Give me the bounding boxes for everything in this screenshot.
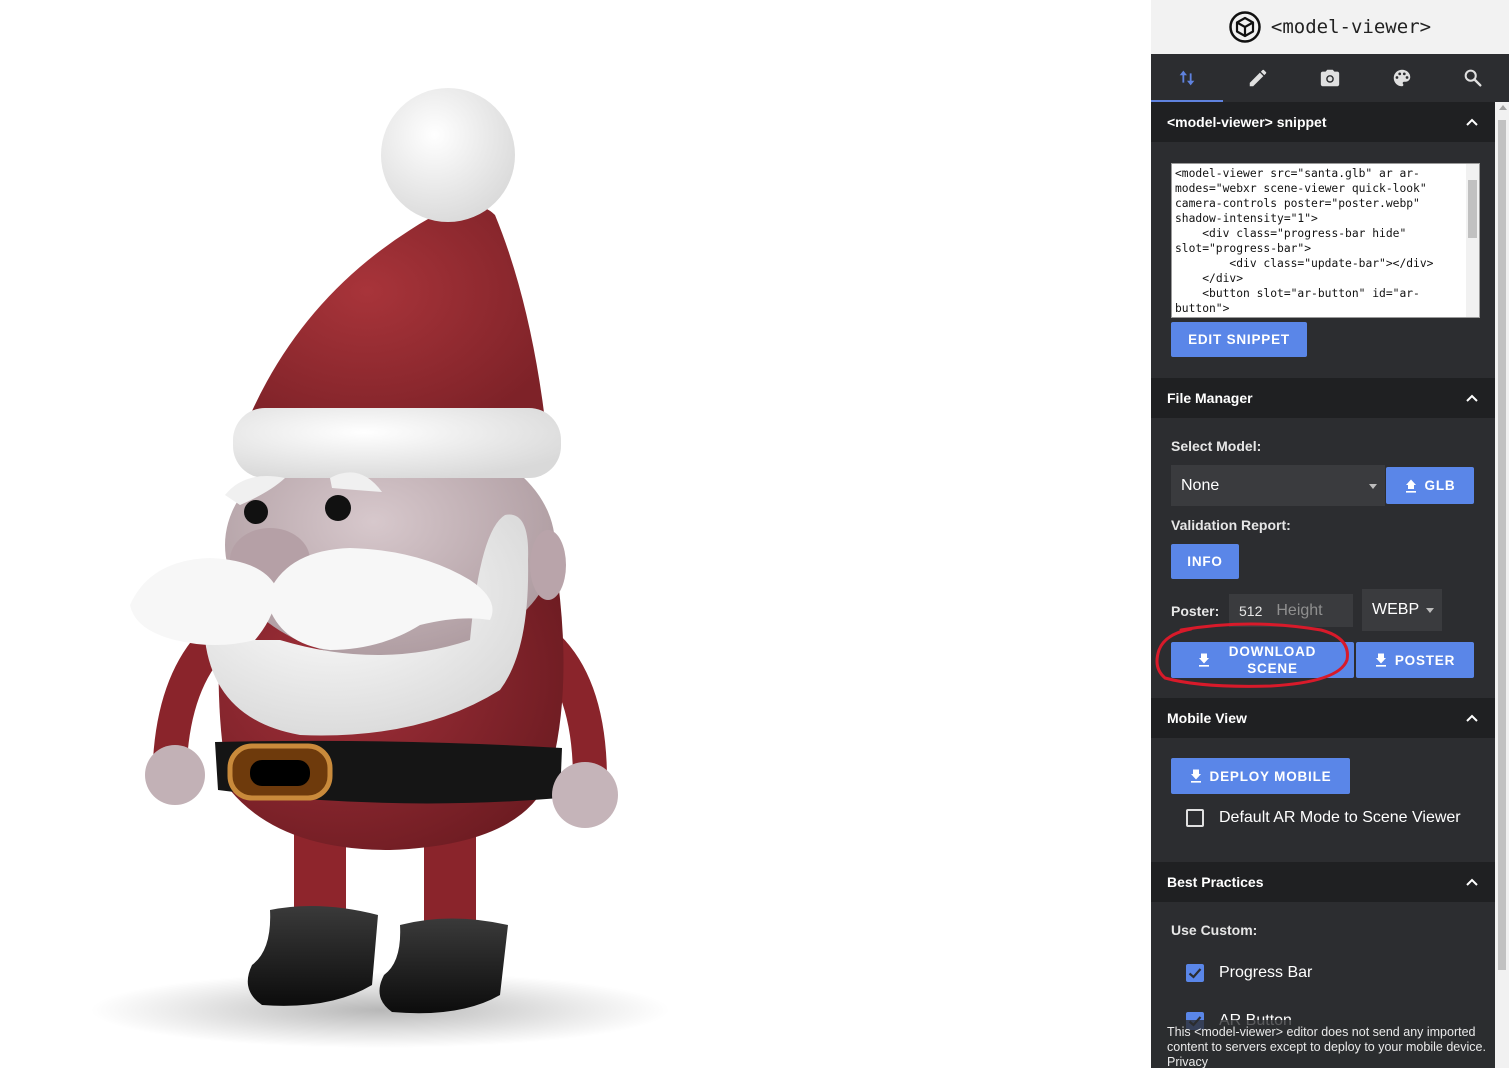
snippet-textarea[interactable]: <model-viewer src="santa.glb" ar ar-mode… <box>1171 163 1480 318</box>
chevron-up-icon <box>1466 878 1478 886</box>
scroll-up-arrow-icon[interactable] <box>1499 105 1507 110</box>
chevron-up-icon <box>1466 394 1478 402</box>
panel-scrollbar-thumb[interactable] <box>1498 120 1506 970</box>
validation-report-label: Validation Report: <box>1171 517 1291 533</box>
camera-icon <box>1320 69 1340 87</box>
tab-materials[interactable] <box>1366 54 1438 102</box>
editor-panel: <model-viewer> <model-viewer> snippet <m… <box>1151 0 1509 1068</box>
file-manager-title: File Manager <box>1167 390 1253 406</box>
dropdown-caret-icon <box>1426 608 1434 613</box>
pencil-icon <box>1250 69 1267 87</box>
use-custom-label: Use Custom: <box>1171 922 1258 938</box>
privacy-footer: This <model-viewer> editor does not send… <box>1151 1020 1495 1068</box>
model-select-value: None <box>1181 476 1220 494</box>
file-manager-section-header[interactable]: File Manager <box>1151 378 1495 418</box>
download-icon <box>1190 769 1201 783</box>
best-practices-section-header[interactable]: Best Practices <box>1151 862 1495 902</box>
deploy-mobile-button[interactable]: DEPLOY MOBILE <box>1171 758 1350 794</box>
tab-camera[interactable] <box>1294 54 1366 102</box>
edit-snippet-button[interactable]: EDIT SNIPPET <box>1171 322 1307 357</box>
chevron-up-icon <box>1466 118 1478 126</box>
palette-icon <box>1393 69 1410 87</box>
brand-title: <model-viewer> <box>1270 16 1432 38</box>
tab-bar <box>1151 54 1509 102</box>
snippet-scrollbar-thumb[interactable] <box>1468 180 1477 238</box>
tab-inspect[interactable] <box>1437 54 1509 102</box>
search-icon <box>1464 69 1482 87</box>
poster-button-label: POSTER <box>1394 652 1456 668</box>
sort-arrows-icon <box>1179 70 1195 86</box>
info-label: INFO <box>1187 554 1223 569</box>
poster-format-select[interactable]: WEBP <box>1362 589 1442 631</box>
santa-model <box>90 88 670 1048</box>
mobile-view-section-header[interactable]: Mobile View <box>1151 698 1495 738</box>
privacy-footer-text: This <model-viewer> editor does not send… <box>1167 1025 1486 1068</box>
poster-label: Poster: <box>1171 603 1220 619</box>
snippet-code: <model-viewer src="santa.glb" ar ar-mode… <box>1175 167 1434 315</box>
upload-glb-button[interactable]: GLB <box>1386 467 1474 504</box>
snippet-section-title: <model-viewer> snippet <box>1167 114 1327 130</box>
red-annotation-circle <box>1155 622 1349 688</box>
mobile-view-title: Mobile View <box>1167 710 1247 726</box>
snippet-section-header[interactable]: <model-viewer> snippet <box>1151 102 1495 142</box>
poster-format-value: WEBP <box>1372 601 1420 618</box>
info-button[interactable]: INFO <box>1171 544 1239 579</box>
tab-edit[interactable] <box>1223 54 1295 102</box>
select-model-label: Select Model: <box>1171 438 1262 454</box>
tab-edit-attributes[interactable] <box>1151 54 1223 102</box>
glb-label: GLB <box>1424 478 1456 493</box>
default-ar-label: Default AR Mode to Scene Viewer <box>1219 809 1461 826</box>
model-viewer-logo-icon <box>1229 11 1261 43</box>
progress-bar-checkbox[interactable] <box>1186 964 1204 982</box>
chevron-up-icon <box>1466 714 1478 722</box>
deploy-mobile-label: DEPLOY MOBILE <box>1209 768 1332 784</box>
upload-icon <box>1405 479 1416 493</box>
default-ar-checkbox[interactable] <box>1186 809 1204 827</box>
poster-width-value: 512 <box>1239 602 1263 619</box>
best-practices-title: Best Practices <box>1167 874 1264 890</box>
download-poster-button[interactable]: POSTER <box>1356 642 1474 678</box>
dropdown-caret-icon <box>1369 483 1377 489</box>
model-viewer-canvas[interactable] <box>0 0 1151 1068</box>
poster-height-placeholder: Height <box>1276 601 1323 619</box>
checkmark-icon <box>1188 968 1202 979</box>
progress-bar-label: Progress Bar <box>1219 964 1313 981</box>
brand-header: <model-viewer> <box>1151 0 1509 54</box>
download-icon <box>1375 653 1386 667</box>
edit-snippet-label: EDIT SNIPPET <box>1188 332 1290 347</box>
model-select[interactable]: None <box>1171 465 1385 506</box>
